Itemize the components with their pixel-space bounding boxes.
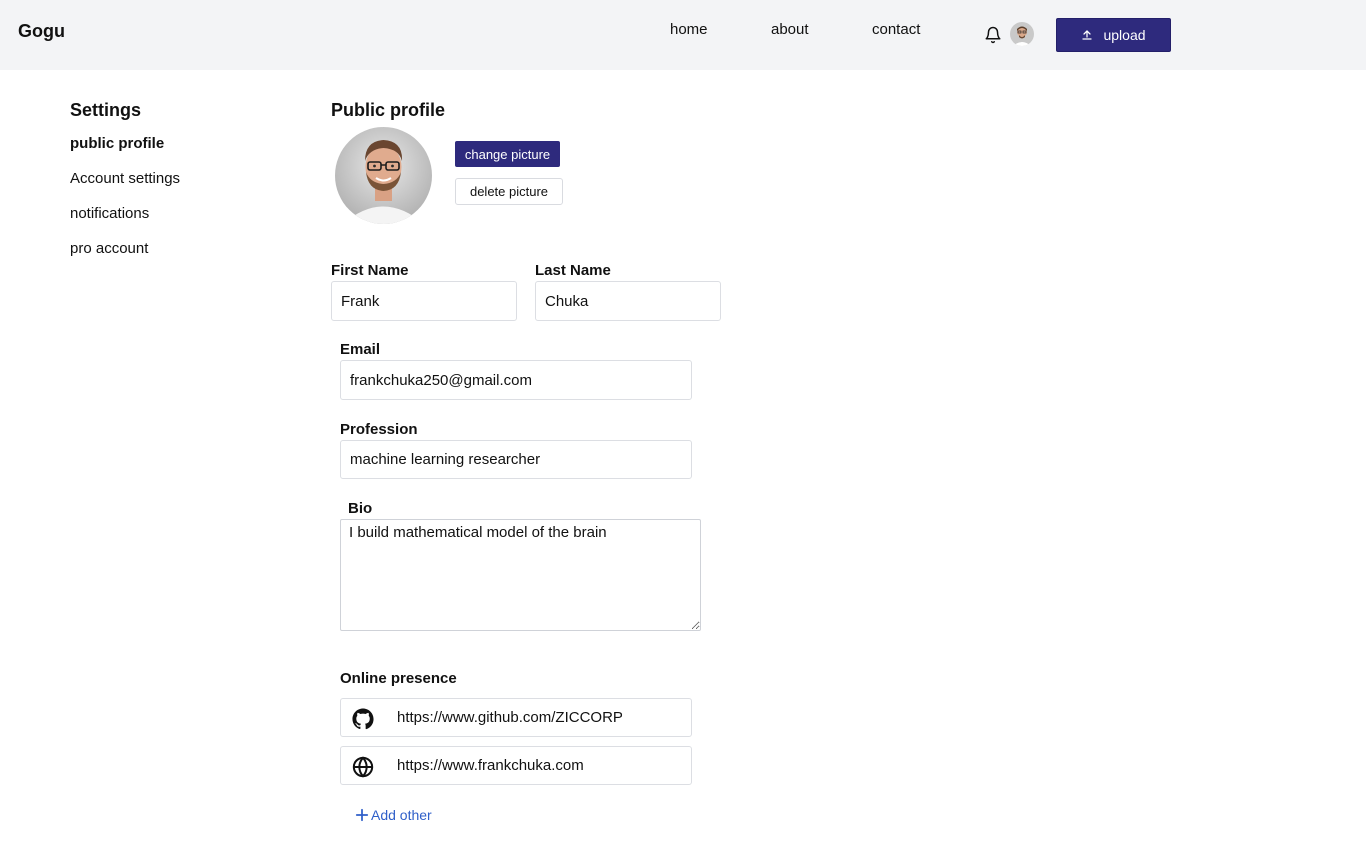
sidebar-item-account-settings[interactable]: Account settings — [70, 170, 180, 187]
upload-button[interactable]: upload — [1056, 18, 1171, 52]
plus-icon — [355, 808, 369, 822]
profile-picture — [335, 127, 432, 224]
email-field[interactable] — [340, 360, 692, 400]
bell-icon[interactable] — [984, 26, 1002, 44]
add-other-link[interactable]: Add other — [355, 807, 432, 823]
change-picture-button[interactable]: change picture — [455, 141, 560, 167]
globe-icon — [352, 756, 374, 778]
online-presence-title: Online presence — [340, 670, 457, 687]
website-link-row[interactable] — [340, 746, 692, 785]
github-link-row[interactable] — [340, 698, 692, 737]
nav-contact[interactable]: contact — [872, 21, 920, 38]
last-name-label: Last Name — [535, 262, 611, 279]
github-url-field[interactable] — [397, 699, 687, 736]
github-icon — [352, 708, 374, 730]
bio-textarea[interactable]: I build mathematical model of the brain — [340, 519, 701, 631]
top-navbar: Gogu home about contact upload — [0, 0, 1366, 70]
bio-label: Bio — [348, 500, 373, 517]
last-name-field[interactable] — [535, 281, 721, 321]
upload-icon — [1082, 30, 1093, 40]
sidebar-item-notifications[interactable]: notifications — [70, 205, 149, 222]
page-title: Public profile — [331, 100, 446, 120]
sidebar-item-public-profile[interactable]: public profile — [70, 135, 164, 152]
profession-label: Profession — [340, 421, 418, 438]
nav-home[interactable]: home — [670, 21, 708, 38]
delete-picture-button[interactable]: delete picture — [455, 178, 563, 205]
brand-logo[interactable]: Gogu — [18, 21, 65, 42]
upload-label: upload — [1103, 27, 1146, 43]
first-name-field[interactable] — [331, 281, 517, 321]
email-label: Email — [340, 341, 381, 358]
first-name-label: First Name — [331, 262, 409, 279]
sidebar-item-pro-account[interactable]: pro account — [70, 240, 148, 257]
profession-field[interactable] — [340, 440, 692, 479]
nav-about[interactable]: about — [771, 21, 809, 38]
avatar[interactable] — [1010, 22, 1034, 46]
website-url-field[interactable] — [397, 747, 687, 784]
add-other-label: Add other — [371, 807, 432, 823]
sidebar-title: Settings — [70, 100, 142, 120]
